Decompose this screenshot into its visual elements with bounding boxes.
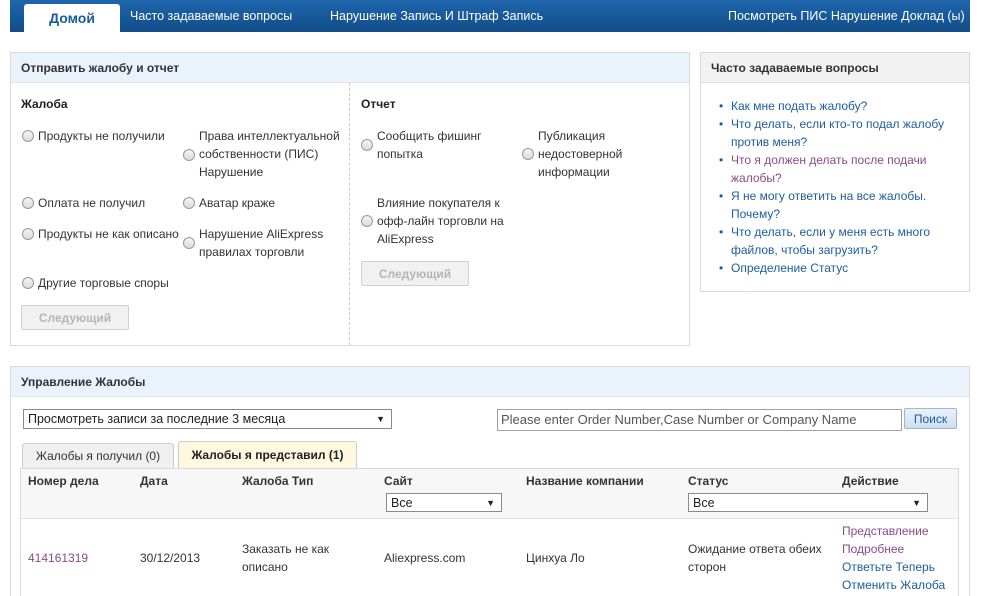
- radio-ip-violation[interactable]: Права интеллектуальной собственности (ПИ…: [183, 127, 351, 181]
- faq-panel-title: Часто задаваемые вопросы: [701, 53, 969, 83]
- action-view[interactable]: Представление: [842, 522, 945, 540]
- status-filter-value: Все: [693, 496, 715, 510]
- radio-button[interactable]: [22, 197, 34, 209]
- radio-button[interactable]: [22, 228, 34, 240]
- submit-panel-title: Отправить жалобу и отчет: [11, 53, 689, 83]
- dropdown-arrow-icon: ▼: [912, 498, 921, 508]
- column-divider: [349, 83, 350, 345]
- case-number-link[interactable]: 414161319: [28, 549, 88, 567]
- manage-panel-title: Управление Жалобы: [11, 367, 969, 397]
- action-details[interactable]: Подробнее: [842, 540, 945, 558]
- radio-button[interactable]: [183, 197, 195, 209]
- nav-tab-home[interactable]: Домой: [24, 4, 120, 32]
- radio-button[interactable]: [361, 139, 373, 151]
- faq-item[interactable]: Что я должен делать после подачи жалобы?: [719, 151, 953, 187]
- nav-link-faq[interactable]: Часто задаваемые вопросы: [130, 9, 292, 23]
- row-type: Заказать не как описано: [242, 542, 330, 574]
- radio-false-info[interactable]: Публикация недостоверной информации: [522, 127, 642, 181]
- col-case-number: Номер дела: [28, 474, 99, 488]
- faq-item[interactable]: Определение Статус: [719, 259, 953, 277]
- faq-link[interactable]: Что делать, если кто-то подал жалобу про…: [731, 117, 944, 149]
- faq-link[interactable]: Определение Статус: [731, 261, 848, 275]
- nav-link-view-report[interactable]: Посмотреть ПИС Нарушение Доклад (ы): [728, 9, 965, 23]
- row-actions: Представление Подробнее Ответьте Теперь …: [842, 522, 945, 594]
- period-select-value: Просмотреть записи за последние 3 месяца: [28, 412, 286, 426]
- faq-panel: Часто задаваемые вопросы Как мне подать …: [700, 52, 970, 292]
- site-filter-value: Все: [391, 496, 413, 510]
- radio-label: Влияние покупателя к офф-лайн торговли н…: [377, 196, 504, 246]
- radio-phishing[interactable]: Сообщить фишинг попытка: [361, 127, 501, 163]
- col-site: Сайт: [384, 474, 413, 488]
- row-company: Цинхуа Ло: [526, 551, 585, 565]
- action-cancel-complaint[interactable]: Отменить Жалоба: [842, 576, 945, 594]
- radio-label: Продукты не как описано: [38, 227, 179, 241]
- faq-item[interactable]: Я не могу ответить на все жалобы. Почему…: [719, 187, 953, 223]
- faq-item[interactable]: Как мне подать жалобу?: [719, 97, 953, 115]
- period-select[interactable]: Просмотреть записи за последние 3 месяца…: [23, 409, 392, 429]
- radio-label: Публикация недостоверной информации: [538, 129, 623, 179]
- radio-label: Продукты не получили: [38, 129, 165, 143]
- radio-label: Другие торговые споры: [38, 276, 169, 290]
- faq-link[interactable]: Я не могу ответить на все жалобы. Почему…: [731, 189, 926, 221]
- site-filter-select[interactable]: Все ▼: [386, 493, 502, 512]
- radio-button[interactable]: [183, 149, 195, 161]
- faq-link[interactable]: Что делать, если у меня есть много файло…: [731, 225, 930, 257]
- radio-label: Аватар краже: [199, 196, 275, 210]
- report-column-title: Отчет: [361, 97, 396, 111]
- radio-label: Оплата не получил: [38, 196, 146, 210]
- col-action: Действие: [842, 474, 899, 488]
- radio-button[interactable]: [522, 148, 534, 160]
- nav-link-violations[interactable]: Нарушение Запись И Штраф Запись: [330, 9, 543, 23]
- radio-button[interactable]: [183, 237, 195, 249]
- top-navigation: Домой Часто задаваемые вопросы Нарушение…: [10, 0, 970, 32]
- radio-payment-not-received[interactable]: Оплата не получил: [22, 194, 145, 212]
- radio-aliexpress-rules[interactable]: Нарушение AliExpress правилах торговли: [183, 225, 343, 261]
- search-input[interactable]: Please enter Order Number,Case Number or…: [497, 409, 902, 431]
- radio-button[interactable]: [361, 215, 373, 227]
- dropdown-arrow-icon: ▼: [376, 414, 385, 424]
- complaints-table: Номер дела Дата Жалоба Тип Сайт Название…: [20, 468, 959, 596]
- radio-other-disputes[interactable]: Другие торговые споры: [22, 274, 169, 292]
- action-reply-now[interactable]: Ответьте Теперь: [842, 558, 945, 576]
- faq-list: Как мне подать жалобу? Что делать, если …: [719, 97, 953, 277]
- faq-item[interactable]: Что делать, если у меня есть много файло…: [719, 223, 953, 259]
- tab-complaints-submitted[interactable]: Жалобы я представил (1): [178, 441, 357, 468]
- radio-offline-trading[interactable]: Влияние покупателя к офф-лайн торговли н…: [361, 194, 511, 248]
- table-header-row: Номер дела Дата Жалоба Тип Сайт Название…: [21, 469, 958, 519]
- complaint-column-title: Жалоба: [21, 97, 68, 111]
- col-company: Название компании: [526, 474, 644, 488]
- radio-products-not-received[interactable]: Продукты не получили: [22, 127, 165, 145]
- radio-label: Нарушение AliExpress правилах торговли: [199, 227, 324, 259]
- faq-link[interactable]: Что я должен делать после подачи жалобы?: [731, 153, 927, 185]
- radio-avatar-theft[interactable]: Аватар краже: [183, 194, 275, 212]
- row-site: Aliexpress.com: [384, 551, 466, 565]
- radio-label: Сообщить фишинг попытка: [377, 129, 482, 161]
- faq-item[interactable]: Что делать, если кто-то подал жалобу про…: [719, 115, 953, 151]
- radio-button[interactable]: [22, 130, 34, 142]
- row-status: Ожидание ответа обеих сторон: [688, 542, 822, 574]
- complaint-next-button[interactable]: Следующий: [21, 305, 129, 330]
- report-next-button[interactable]: Следующий: [361, 261, 469, 286]
- col-date: Дата: [140, 474, 168, 488]
- col-status: Статус: [688, 474, 729, 488]
- search-button[interactable]: Поиск: [904, 408, 957, 429]
- submit-complaint-panel: Отправить жалобу и отчет Жалоба Продукты…: [10, 52, 690, 346]
- tab-complaints-received[interactable]: Жалобы я получил (0): [22, 443, 174, 468]
- status-filter-select[interactable]: Все ▼: [688, 493, 928, 512]
- row-date: 30/12/2013: [140, 551, 201, 565]
- radio-label: Права интеллектуальной собственности (ПИ…: [199, 129, 340, 179]
- radio-not-as-described[interactable]: Продукты не как описано: [22, 225, 179, 243]
- dropdown-arrow-icon: ▼: [486, 498, 495, 508]
- col-type: Жалоба Тип: [242, 474, 314, 488]
- faq-link[interactable]: Как мне подать жалобу?: [731, 99, 867, 113]
- radio-button[interactable]: [22, 277, 34, 289]
